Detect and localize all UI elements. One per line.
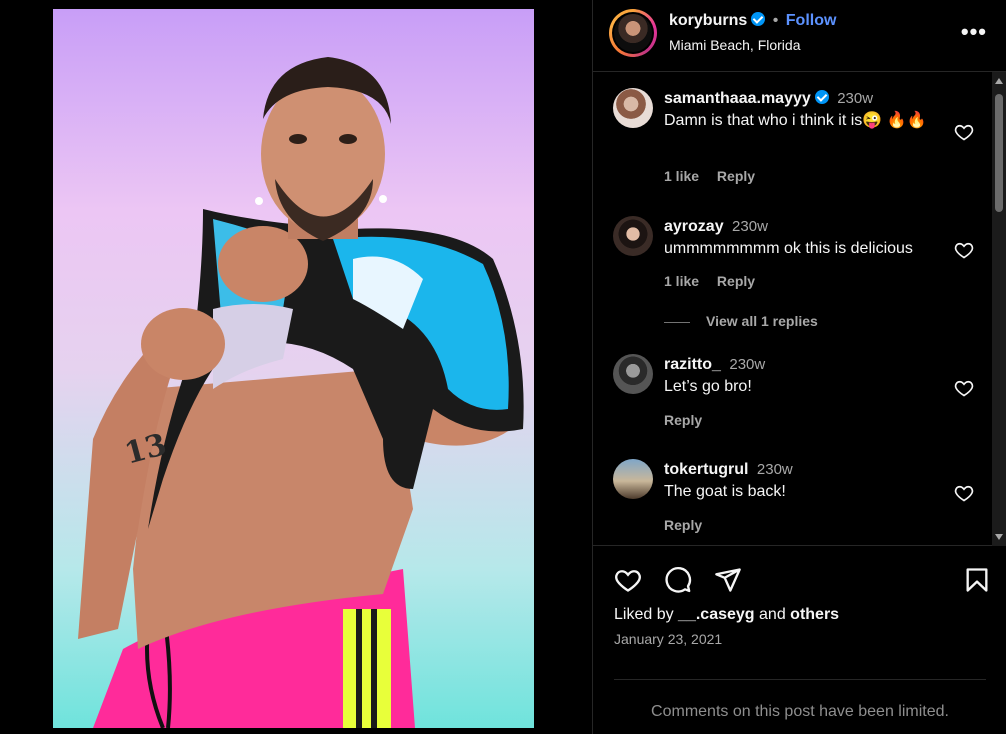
like-heart-icon[interactable] [614, 566, 642, 594]
comment-icon[interactable] [664, 566, 692, 594]
comments-list: samanthaaa.mayyy 230w Damn is that who i… [593, 72, 1006, 546]
author-avatar[interactable] [609, 9, 657, 57]
comment-time: 230w [837, 90, 874, 107]
liked-by: Liked by __.caseyg and others [614, 606, 839, 624]
comment-username[interactable]: ayrozay [664, 218, 724, 235]
follow-button[interactable]: Follow [786, 12, 837, 29]
commenter-avatar[interactable] [613, 459, 653, 499]
heart-icon[interactable] [954, 378, 974, 398]
comment-text: Damn is that who i think it is😜 🔥🔥 [664, 112, 927, 129]
comment-body: razitto_ 230w Let’s go bro! [664, 354, 944, 398]
heart-icon[interactable] [954, 122, 974, 142]
footer-divider [614, 679, 986, 680]
view-replies-button[interactable]: View all 1 replies [664, 313, 818, 329]
author-username[interactable]: koryburns [669, 12, 747, 29]
heart-icon[interactable] [954, 240, 974, 260]
liked-user[interactable]: __.caseyg [678, 606, 755, 623]
comment-reply-button[interactable]: Reply [664, 517, 702, 533]
comment-meta: Reply [664, 412, 716, 428]
verified-icon [751, 12, 766, 26]
commenter-avatar[interactable] [613, 354, 653, 394]
post-sidebar: koryburns • Follow Miami Beach, Florida … [592, 0, 1006, 734]
comment-meta: 1 like Reply [664, 168, 769, 184]
share-icon[interactable] [714, 566, 742, 594]
post-photo[interactable]: 13 [53, 9, 534, 728]
liked-others[interactable]: others [790, 606, 839, 623]
post-header: koryburns • Follow Miami Beach, Florida … [593, 0, 1006, 72]
comment-reply-button[interactable]: Reply [717, 168, 755, 184]
comment-username[interactable]: samanthaaa.mayyy [664, 90, 811, 107]
more-options-icon[interactable]: ••• [961, 21, 987, 43]
comment-time: 230w [756, 461, 793, 478]
comment-likes[interactable]: 1 like [664, 273, 699, 289]
comment-text: The goat is back! [664, 483, 786, 500]
bookmark-icon[interactable] [963, 566, 991, 594]
comment-time: 230w [729, 356, 766, 373]
comment-reply-button[interactable]: Reply [717, 273, 755, 289]
heart-icon[interactable] [954, 483, 974, 503]
author-line: koryburns • Follow [669, 12, 836, 30]
comment-text: Let’s go bro! [664, 378, 752, 395]
post-actions: Liked by __.caseyg and others January 23… [593, 546, 1006, 734]
comment-text: ummmmmmmm ok this is delicious [664, 240, 913, 257]
scroll-down-arrow-icon[interactable] [995, 534, 1003, 540]
comment-meta: Reply [664, 517, 716, 533]
commenter-avatar[interactable] [613, 216, 653, 256]
comment-username[interactable]: tokertugrul [664, 461, 748, 478]
separator-dot: • [772, 12, 779, 29]
verified-icon [814, 90, 829, 104]
liked-and: and [759, 606, 786, 623]
post-date[interactable]: January 23, 2021 [614, 631, 722, 647]
comment-body: tokertugrul 230w The goat is back! [664, 459, 944, 503]
comment-likes[interactable]: 1 like [664, 168, 699, 184]
comment-time: 230w [732, 218, 768, 235]
comments-scrollbar[interactable] [992, 72, 1006, 546]
comment-meta: 1 like Reply [664, 273, 769, 289]
comments-limited-notice: Comments on this post have been limited. [651, 703, 949, 720]
post-media-area: 13 [0, 0, 592, 734]
post-photo-illustration: 13 [78, 57, 524, 728]
liked-prefix: Liked by [614, 606, 674, 623]
comment-body: samanthaaa.mayyy 230w Damn is that who i… [664, 88, 944, 132]
post-location[interactable]: Miami Beach, Florida [669, 37, 801, 53]
commenter-avatar[interactable] [613, 88, 653, 128]
comment-reply-button[interactable]: Reply [664, 412, 702, 428]
scroll-thumb[interactable] [995, 94, 1003, 212]
comment-body: ayrozay 230w ummmmmmmm ok this is delici… [664, 216, 944, 260]
comment-username[interactable]: razitto_ [664, 356, 721, 373]
scroll-up-arrow-icon[interactable] [995, 78, 1003, 84]
